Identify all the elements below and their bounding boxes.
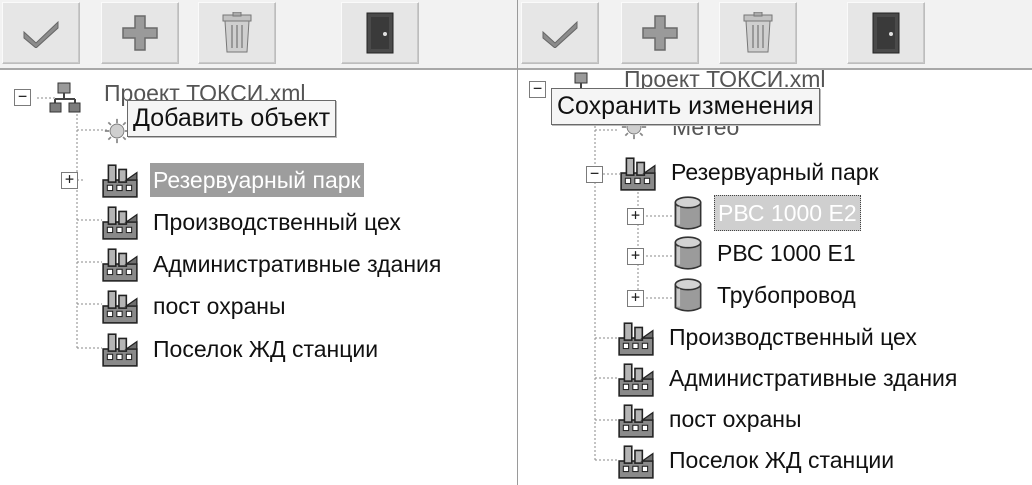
tree-item-production[interactable]: Производственный цех xyxy=(666,317,920,357)
expand-toggle[interactable]: + xyxy=(627,208,644,225)
building-icon xyxy=(618,154,658,192)
expand-toggle[interactable]: + xyxy=(627,248,644,265)
tree-item-label: Административные здания xyxy=(153,251,442,277)
building-icon xyxy=(100,203,140,241)
tank-icon xyxy=(672,234,704,272)
building-icon xyxy=(100,245,140,283)
trash-icon xyxy=(743,12,773,53)
tree-item-label: пост охраны xyxy=(153,293,286,319)
tree-item-label: Резервуарный парк xyxy=(150,163,364,197)
tree-item-tank-farm[interactable]: Резервуарный парк xyxy=(668,152,882,192)
delete-button[interactable] xyxy=(198,2,276,64)
tooltip: Сохранить изменения xyxy=(551,88,820,125)
confirm-button[interactable] xyxy=(2,2,80,64)
tree-item-label: РВС 1000 Е1 xyxy=(717,240,856,266)
tree-item-tank-e2[interactable]: РВС 1000 Е2 xyxy=(714,193,861,233)
building-icon xyxy=(100,287,140,325)
building-icon xyxy=(616,401,656,439)
tree-item-label: РВС 1000 Е2 xyxy=(714,195,861,231)
building-icon xyxy=(616,319,656,357)
exit-button[interactable] xyxy=(341,2,419,64)
add-object-button[interactable] xyxy=(621,2,699,64)
add-object-button[interactable] xyxy=(101,2,179,64)
tree-item-tank-farm[interactable]: Резервуарный парк xyxy=(150,160,364,200)
plus-icon xyxy=(642,15,678,51)
confirm-button[interactable] xyxy=(521,2,599,64)
tree-item-label: Поселок ЖД станции xyxy=(153,336,379,362)
expand-toggle[interactable]: + xyxy=(61,172,78,189)
tree-item-label: Поселок ЖД станции xyxy=(669,447,895,473)
tree-item-label: пост охраны xyxy=(669,406,802,432)
left-panel: − Проект ТОКСИ.xml + Резервуарный парк П… xyxy=(0,0,519,485)
tree-item-production[interactable]: Производственный цех xyxy=(150,202,404,242)
checkmark-icon xyxy=(542,20,578,48)
tree-item-label: Резервуарный парк xyxy=(671,159,879,185)
tree-item-label: Производственный цех xyxy=(669,324,917,350)
building-icon xyxy=(616,442,656,480)
building-icon xyxy=(100,330,140,368)
object-tree: − Проект ТОКСИ.xml Метео − Резервуарный … xyxy=(518,66,1032,485)
tooltip: Добавить объект xyxy=(127,100,337,137)
expand-toggle[interactable]: + xyxy=(627,290,644,307)
tree-item-label: Трубопровод xyxy=(717,282,856,308)
building-icon xyxy=(616,360,656,398)
exit-button[interactable] xyxy=(847,2,925,64)
exit-door-icon xyxy=(872,12,900,54)
tree-item-pipeline[interactable]: Трубопровод xyxy=(714,275,859,315)
plus-icon xyxy=(122,15,158,51)
toolbar xyxy=(518,0,1032,70)
tree-item-guard-post[interactable]: пост охраны xyxy=(150,286,289,326)
tank-icon xyxy=(672,194,704,232)
exit-door-icon xyxy=(366,12,394,54)
checkmark-icon xyxy=(23,20,59,48)
tree-item-guard-post[interactable]: пост охраны xyxy=(666,399,805,439)
trash-icon xyxy=(222,12,252,53)
tree-item-station[interactable]: Поселок ЖД станции xyxy=(666,440,897,480)
tree-item-admin[interactable]: Административные здания xyxy=(666,358,960,398)
building-icon xyxy=(100,161,140,199)
tree-item-tank-e1[interactable]: РВС 1000 Е1 xyxy=(714,233,859,273)
collapse-toggle[interactable]: − xyxy=(586,166,603,183)
project-icon xyxy=(49,82,81,114)
delete-button[interactable] xyxy=(719,2,797,64)
tree-item-label: Административные здания xyxy=(669,365,958,391)
collapse-toggle[interactable]: − xyxy=(14,89,31,106)
collapse-toggle[interactable]: − xyxy=(529,81,546,98)
tree-item-station[interactable]: Поселок ЖД станции xyxy=(150,329,381,369)
tree-item-label: Производственный цех xyxy=(153,209,401,235)
tree-item-admin[interactable]: Административные здания xyxy=(150,244,444,284)
toolbar xyxy=(0,0,519,70)
tank-icon xyxy=(672,276,704,314)
right-panel: − Проект ТОКСИ.xml Метео − Резервуарный … xyxy=(517,0,1032,485)
